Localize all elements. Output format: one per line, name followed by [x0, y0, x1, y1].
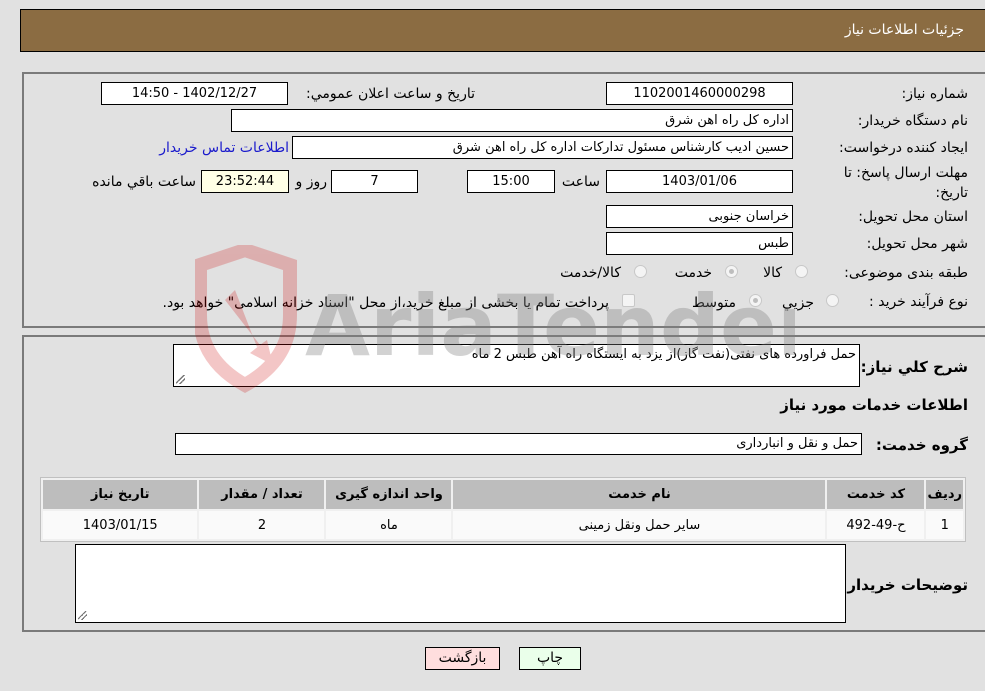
resize-grip-icon[interactable] [176, 375, 185, 384]
need-number-label: شماره نیاز: [901, 86, 969, 102]
days-remaining-field: 7 [331, 170, 418, 193]
services-section-title: اطلاعات خدمات مورد نياز [780, 396, 968, 414]
buyer-notes-label: توضيحات خريدار: [841, 576, 968, 594]
need-number-field[interactable]: 1102001460000298 [606, 82, 793, 105]
category-radio-goods-service[interactable] [634, 265, 647, 278]
city-label: شهر محل تحويل: [866, 236, 968, 252]
description-text: حمل فراورده های نفتی(نفت گاز)از یزد به ا… [471, 347, 856, 362]
city-field[interactable]: طبس [606, 232, 793, 255]
print-button[interactable]: چاپ [519, 647, 581, 670]
cell-need-date: 1403/01/15 [43, 511, 198, 539]
category-label: طبقه بندی موضوعی: [844, 265, 968, 281]
time-remaining-label: ساعت باقي مانده [92, 174, 196, 190]
requester-field[interactable]: حسین ادیب کارشناس مسئول تدارکات اداره کل… [292, 136, 793, 159]
back-button[interactable]: بازگشت [425, 647, 500, 670]
deadline-time-field[interactable]: 15:00 [467, 170, 555, 193]
description-label: شرح کلي نياز: [860, 358, 968, 376]
col-header-quantity: تعداد / مقدار [199, 480, 325, 509]
cell-row-number: 1 [926, 511, 963, 539]
resize-grip-icon[interactable] [78, 611, 87, 620]
purchase-type-radio-minor[interactable] [826, 294, 839, 307]
buyer-org-field[interactable]: اداره کل راه اهن شرق [231, 109, 793, 132]
description-field[interactable]: حمل فراورده های نفتی(نفت گاز)از یزد به ا… [173, 344, 860, 387]
col-header-service-code: کد خدمت [827, 480, 925, 509]
col-header-service-name: نام خدمت [453, 480, 826, 509]
cell-service-name: ساير حمل ونقل زمينی [453, 511, 826, 539]
days-label: روز و [295, 174, 328, 190]
purchase-type-radio-medium[interactable] [749, 294, 762, 307]
page-header: جزئیات اطلاعات نیاز [20, 9, 985, 52]
cell-quantity: 2 [199, 511, 325, 539]
col-header-row-number: رديف [926, 480, 963, 509]
table-header-row: رديف کد خدمت نام خدمت واحد اندازه گيری ت… [43, 480, 963, 509]
col-header-need-date: تاریخ نیاز [43, 480, 198, 509]
category-option-goods-service: کالا/خدمت [560, 265, 621, 281]
purchase-type-option-medium: متوسط [692, 295, 736, 311]
buyer-contact-link[interactable]: اطلاعات تماس خريدار [159, 140, 289, 156]
treasury-note: پرداخت تمام يا بخشی از مبلغ خريد،از محل … [162, 295, 609, 311]
col-header-unit: واحد اندازه گيری [326, 480, 452, 509]
province-label: استان محل تحويل: [858, 209, 968, 225]
category-radio-service[interactable] [725, 265, 738, 278]
deadline-date-field[interactable]: 1403/01/06 [606, 170, 793, 193]
province-field[interactable]: خراسان جنوبی [606, 205, 793, 228]
treasury-checkbox[interactable] [622, 294, 635, 307]
time-remaining-field: 23:52:44 [201, 170, 289, 193]
page-title: جزئیات اطلاعات نیاز [844, 22, 964, 38]
deadline-label: مهلت ارسال پاسخ: تا تاریخ: [843, 165, 968, 201]
service-group-field[interactable]: حمل و نقل و انبارداری [175, 433, 862, 455]
purchase-type-label: نوع فرآيند خريد : [869, 294, 968, 310]
category-option-service: خدمت [674, 265, 712, 281]
cell-service-code: ح-49-492 [827, 511, 925, 539]
deadline-time-label: ساعت [561, 174, 600, 190]
cell-unit: ماه [326, 511, 452, 539]
requester-label: ايجاد کننده درخواست: [839, 140, 968, 156]
buyer-org-label: نام دستگاه خريدار: [857, 113, 968, 129]
announce-datetime-field[interactable]: 1402/12/27 - 14:50 [101, 82, 288, 105]
category-option-goods: کالا [763, 265, 782, 281]
services-table: رديف کد خدمت نام خدمت واحد اندازه گيری ت… [40, 477, 966, 542]
table-row: 1 ح-49-492 ساير حمل ونقل زمينی ماه 2 140… [43, 511, 963, 539]
category-radio-goods[interactable] [795, 265, 808, 278]
buyer-notes-field[interactable] [75, 544, 846, 623]
service-group-label: گروه خدمت: [875, 436, 968, 454]
purchase-type-option-minor: جزيي [782, 295, 814, 311]
announce-datetime-label: تاریخ و ساعت اعلان عمومي: [306, 86, 475, 102]
